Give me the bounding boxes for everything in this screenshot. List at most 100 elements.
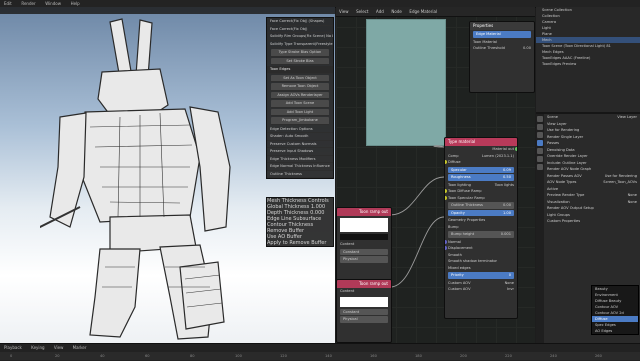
frame-tick: 140: [325, 354, 332, 358]
object-tab-icon[interactable]: [537, 164, 543, 170]
menu-help[interactable]: Help: [71, 0, 80, 7]
overlay-row[interactable]: Edge Thickness Modifiers: [267, 156, 333, 163]
tool-tab-icon[interactable]: [537, 116, 543, 122]
row-value: 0.001: [500, 232, 511, 236]
ramp-gradient[interactable]: [340, 218, 388, 232]
view-layer-tab-icon[interactable]: [537, 140, 543, 146]
overlay-row[interactable]: Edge Detection Options: [267, 126, 333, 133]
row-label: Passes: [547, 141, 560, 145]
render-pass-dropdown[interactable]: Beauty Environment Diffuse Beauty Contou…: [591, 285, 639, 335]
outliner[interactable]: Scene Collection Collection Camera Light…: [536, 7, 640, 114]
node-title: Toon ramp out: [337, 280, 391, 288]
mech-robot-model[interactable]: [40, 17, 260, 343]
node-row[interactable]: Custom AOV Invr: [445, 286, 517, 293]
ramp-content-row[interactable]: Content: [337, 241, 391, 248]
toon-edges-section[interactable]: Toon Edges: [267, 66, 333, 74]
outliner-row[interactable]: ToonEdges Preview: [536, 61, 640, 67]
ramp-mode-select[interactable]: Physical: [340, 316, 388, 323]
row-label: Mixed edges: [448, 265, 471, 270]
overlay-row[interactable]: Preserve Custom Normals: [267, 141, 333, 148]
timeline[interactable]: Playback Keying View Marker 0 20 40 60 8…: [0, 343, 640, 361]
shader-node-editor[interactable]: View Select Add Node Edge Material Prope…: [336, 7, 535, 343]
properties-node[interactable]: Properties Edge Material Toon Material O…: [469, 21, 535, 93]
node-row[interactable]: Mixed edges: [445, 265, 517, 272]
node-row[interactable]: Diffuse: [445, 159, 517, 166]
socket-label: Material out: [492, 147, 514, 151]
row-label: Include: Outline Layer: [547, 160, 587, 165]
overlay-row[interactable]: Outline Thickness: [267, 171, 333, 178]
view-menu[interactable]: View: [54, 345, 64, 350]
overlay-row[interactable]: Shader: Auto Smooth: [267, 133, 333, 141]
toon-ramp-node[interactable]: Toon ramp out Content Constant Physical: [336, 279, 392, 343]
frame-tick: 40: [100, 354, 105, 358]
overlay2-row[interactable]: Apply to Remove Buffer: [267, 240, 333, 246]
row-label: Outline Thickness: [451, 203, 483, 207]
overlay-row[interactable]: Solidify Type Transparent(Freestyle Fix …: [267, 41, 333, 48]
3d-viewport[interactable]: Face Correct(Fix Obj) (Shapes) Face Corr…: [0, 7, 335, 343]
row-label: Render AOV Node Graph: [547, 167, 592, 171]
render-tab-icon[interactable]: [537, 124, 543, 130]
row-label: Displacement: [448, 246, 473, 250]
node-row[interactable]: Outline Threshold 0.00: [470, 45, 534, 52]
node-row[interactable]: Roughness 0.50: [448, 174, 514, 181]
menu-edit[interactable]: Edit: [4, 0, 12, 7]
add-toon-scene-button[interactable]: Add Toon Scene: [271, 100, 329, 108]
overlay-row[interactable]: Face Correct(Fix Obj) (Shapes): [267, 18, 333, 26]
node-row[interactable]: Outline Thickness 0.00: [448, 202, 514, 209]
row-label: Diffuse: [448, 160, 461, 164]
timeline-scrubber[interactable]: 0 20 40 60 80 100 120 140 160 180 200 22…: [0, 352, 640, 360]
scene-tab-icon[interactable]: [537, 148, 543, 154]
row-value: 0.00: [522, 46, 531, 50]
type-material-node[interactable]: Type material Material out Comp Lumen (20…: [444, 137, 518, 319]
socket-dot[interactable]: [445, 195, 447, 200]
menu-window[interactable]: Window: [45, 0, 61, 7]
marker-menu[interactable]: Marker: [73, 345, 87, 350]
frame-tick: 20: [55, 354, 60, 358]
set-toon-object-button[interactable]: Set As Toon Object: [271, 74, 329, 82]
overlay-button[interactable]: Type Stroke Bias Option: [271, 49, 329, 57]
socket-dot[interactable]: [515, 147, 517, 151]
socket-dot[interactable]: [445, 160, 447, 164]
frame-tick: 100: [235, 354, 242, 358]
overlay-button[interactable]: Set Stroke Bias: [271, 57, 329, 65]
overlay-row[interactable]: Edge Normal Thickness Influence: [267, 163, 333, 171]
ramp-interp-select[interactable]: Constant: [340, 308, 388, 315]
add-toon-light-button[interactable]: Add Toon Light: [271, 108, 329, 116]
playback-menu[interactable]: Playback: [4, 345, 22, 350]
ramp-interp-select[interactable]: Constant: [340, 248, 388, 255]
overlay-row[interactable]: Solidify Rim Groups(Fix Scene) No Lat: [267, 33, 333, 41]
ramp-black-stop[interactable]: [340, 234, 388, 240]
node-row[interactable]: Priority 0: [448, 272, 514, 279]
row-label: Custom Properties: [547, 219, 581, 223]
row-label: Bump: [448, 224, 459, 229]
prop-row[interactable]: Custom Properties: [545, 218, 640, 225]
node-row[interactable]: Specular 0.09: [448, 166, 514, 173]
node-row[interactable]: Toon Specular Ramp: [445, 195, 517, 202]
dropdown-option[interactable]: AO Edges: [592, 328, 638, 334]
keying-menu[interactable]: Keying: [31, 345, 44, 350]
program-field[interactable]: Program_Jimbokane: [271, 117, 329, 125]
overlay-row[interactable]: Face Correct(Fix Obj): [267, 26, 333, 33]
row-label: View Layer: [547, 121, 567, 126]
overlay-row[interactable]: Preserve Input Shadows: [267, 148, 333, 156]
world-tab-icon[interactable]: [537, 156, 543, 162]
menu-render[interactable]: Render: [21, 0, 35, 7]
remove-toon-object-button[interactable]: Remove Toon Object: [271, 83, 329, 91]
socket-dot[interactable]: [445, 189, 447, 193]
socket-dot[interactable]: [445, 239, 447, 244]
socket-dot[interactable]: [445, 246, 447, 250]
node-row[interactable]: Opacity 1.00: [448, 209, 514, 216]
frame-tick: 80: [190, 354, 195, 358]
node-row[interactable]: Bump height 0.001: [448, 231, 514, 238]
row-label: Outline Threshold: [473, 46, 505, 50]
toon-ramp-node[interactable]: Toon ramp out Content Constant Physical: [336, 207, 392, 281]
output-tab-icon[interactable]: [537, 132, 543, 138]
ramp-gradient[interactable]: [340, 296, 388, 307]
ramp-mode-select[interactable]: Physical: [340, 256, 388, 263]
assign-aovs-button[interactable]: Assign AOVs Renderlayer: [271, 91, 329, 99]
ramp-content-row[interactable]: Content: [337, 288, 391, 295]
node-row[interactable]: Bump: [445, 224, 517, 231]
frame-tick: 260: [595, 354, 602, 358]
row-label: Custom AOV: [448, 280, 471, 285]
node-row[interactable]: Edge Material: [473, 31, 531, 38]
